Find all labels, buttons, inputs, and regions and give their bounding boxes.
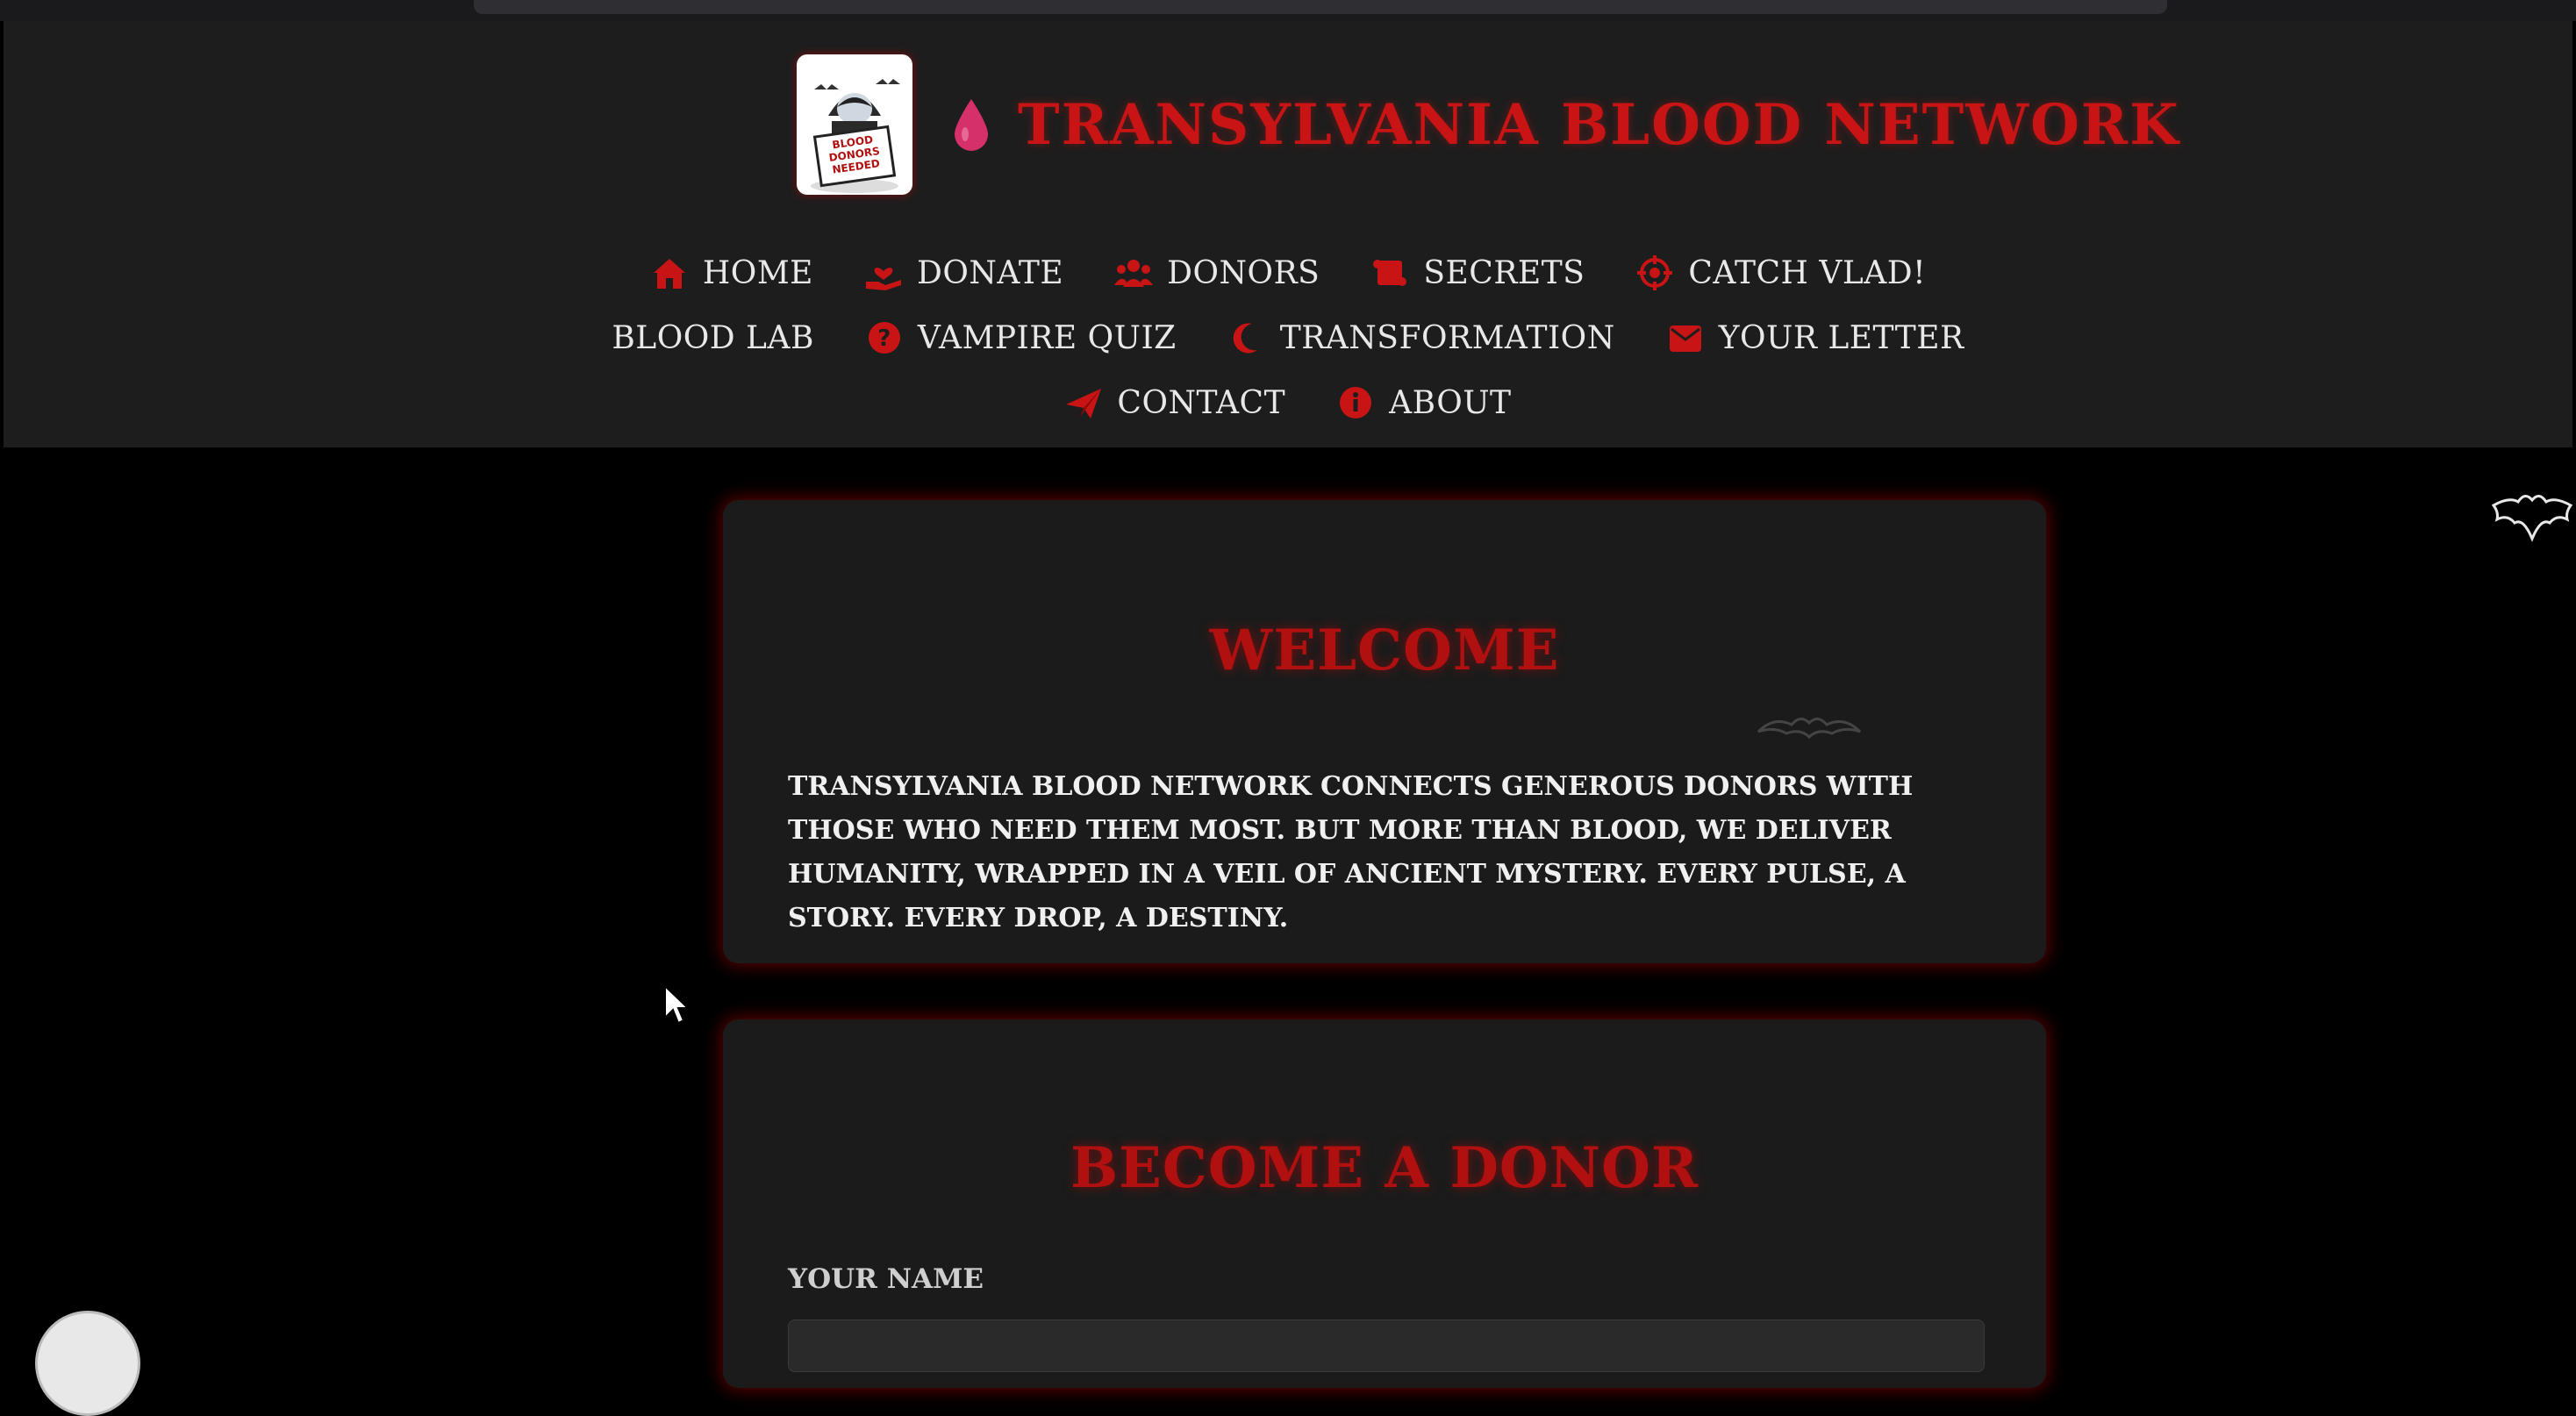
nav-home[interactable]: Home [650, 255, 813, 291]
nav-donate[interactable]: Donate [864, 255, 1063, 291]
nav-vampire-quiz[interactable]: ? Vampire Quiz [865, 320, 1177, 356]
scroll-icon [1373, 260, 1407, 286]
nav-blood-lab-label: Blood Lab [612, 319, 814, 356]
question-icon: ? [868, 322, 900, 354]
name-input[interactable] [788, 1319, 1985, 1372]
crosshair-icon [1637, 255, 1673, 290]
nav-contact-label: Contact [1117, 384, 1286, 421]
blood-drop-icon [955, 99, 988, 151]
nav-transformation-label: Transformation [1279, 319, 1615, 356]
nav-your-letter-label: Your Letter [1718, 319, 1964, 356]
nav-catch-vlad-label: Catch Vlad! [1688, 254, 1927, 291]
site-logo[interactable]: BLOOD DONORS NEEDED [797, 54, 912, 195]
nav-transformation[interactable]: Transformation [1227, 320, 1615, 356]
donor-heading: Become a Donor [1070, 1135, 1699, 1201]
scroll-indicator [474, 0, 2167, 14]
nav-about[interactable]: About [1336, 385, 1512, 421]
browser-top-strip [0, 0, 2576, 21]
vampire-mascot-logo: BLOOD DONORS NEEDED [811, 79, 900, 193]
nav-row-1: Home Donate Donors [4, 240, 2572, 305]
brand[interactable]: BLOOD DONORS NEEDED Transylvania Blood N… [797, 54, 2180, 195]
nav-row-3: Contact About [4, 370, 2572, 435]
info-icon [1340, 387, 1372, 418]
envelope-icon [1669, 325, 1701, 352]
users-icon [1114, 260, 1154, 287]
nav-about-label: About [1389, 384, 1512, 421]
site-title[interactable]: Transylvania Blood Network [1018, 92, 2180, 158]
welcome-card: Welcome Transylvania Blood Network conne… [723, 500, 2046, 963]
flying-bat-icon [2492, 495, 2572, 542]
nav-donors-label: Donors [1167, 254, 1320, 291]
svg-text:?: ? [877, 325, 891, 352]
name-field-label: Your Name [788, 1263, 984, 1295]
nav-donors[interactable]: Donors [1114, 255, 1320, 291]
floating-action-button[interactable] [35, 1311, 140, 1416]
mouse-cursor-icon [664, 984, 690, 1025]
nav-donate-label: Donate [916, 254, 1064, 291]
home-icon [653, 259, 685, 289]
nav-vampire-quiz-label: Vampire Quiz [917, 319, 1177, 356]
nav-row-2: Blood Lab ? Vampire Quiz Transformation [4, 305, 2572, 370]
moon-icon [1233, 323, 1257, 354]
site-header: BLOOD DONORS NEEDED Transylvania Blood N… [4, 21, 2572, 447]
main-navigation: Home Donate Donors [4, 240, 2572, 435]
hand-heart-icon [865, 268, 901, 290]
welcome-heading: Welcome [1209, 618, 1560, 683]
nav-catch-vlad[interactable]: Catch Vlad! [1635, 255, 1926, 291]
welcome-text: Transylvania Blood Network connects gene… [788, 771, 1914, 933]
nav-your-letter[interactable]: Your Letter [1666, 320, 1964, 356]
nav-contact[interactable]: Contact [1064, 385, 1285, 421]
nav-secrets-label: Secrets [1423, 254, 1585, 291]
bat-icon [1757, 718, 1862, 740]
nav-home-label: Home [702, 254, 813, 291]
paper-plane-icon [1066, 389, 1102, 418]
donor-card: Become a Donor Your Name [723, 1019, 2046, 1388]
nav-blood-lab[interactable]: Blood Lab [612, 320, 814, 356]
nav-secrets[interactable]: Secrets [1370, 255, 1585, 291]
